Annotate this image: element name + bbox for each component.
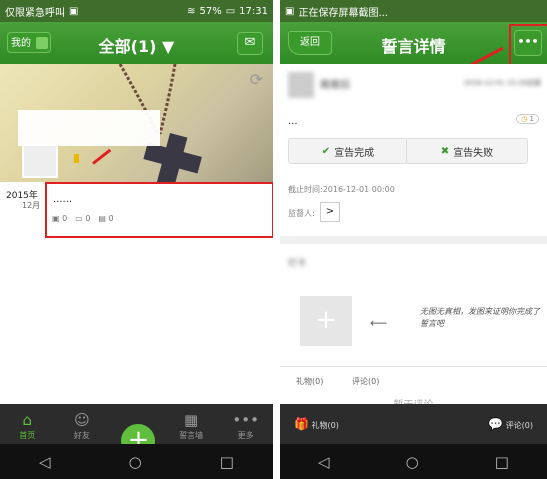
post-text: ... <box>288 116 298 127</box>
deadline: 截止时间:2016-12-01 00:00 <box>288 185 395 194</box>
x-icon: ✖ <box>440 145 450 157</box>
tab-home[interactable]: ⌂ 首页 <box>2 411 52 444</box>
user-avatar[interactable] <box>22 144 58 178</box>
supervisor-label: 监督人: <box>288 209 315 218</box>
grid-icon: ▦ <box>183 411 199 429</box>
app-header: 我的 全部(1) ▼ ✉ <box>0 22 273 64</box>
profile-overlay <box>18 110 160 146</box>
clock-time: 17:31 <box>239 5 268 17</box>
app-header: 返回 誓言详情 ••• <box>280 22 547 64</box>
add-photo-button[interactable]: + <box>300 296 352 346</box>
image-icon: ▣ <box>69 5 79 17</box>
battery-icon: ▭ <box>225 5 236 17</box>
highlight-box <box>45 182 273 238</box>
clock-icon: ◷ <box>521 115 528 123</box>
tab-gifts[interactable]: 礼物(0) <box>296 376 323 387</box>
tab-wall[interactable]: ▦ 誓言墙 <box>166 411 216 444</box>
page-title: 誓言详情 <box>381 37 446 56</box>
status-bar: 仅限紧急呼叫 ▣ ≋ 57% ▭ 17:31 <box>0 0 273 22</box>
filter-dropdown[interactable]: 全部(1) ▼ <box>0 33 273 57</box>
cover-image: ⟳ <box>0 63 273 191</box>
created-time: 2016-12-01 15:26创建 <box>463 79 541 87</box>
divider <box>280 236 547 244</box>
gift-button[interactable]: 🎁 礼物(0) <box>294 417 339 431</box>
system-nav: ◁ ○ □ <box>280 444 547 479</box>
tab-comments[interactable]: 评论(0) <box>352 376 379 387</box>
friends-icon: ☺ <box>74 411 90 429</box>
divider <box>280 366 547 367</box>
tab-bar: ⌂ 首页 ☺ 好友 + ▦ 誓言墙 ••• 更多 <box>0 404 273 461</box>
more-icon: ••• <box>232 411 259 429</box>
refresh-icon[interactable]: ⟳ <box>250 70 263 89</box>
gender-badge <box>74 154 79 163</box>
comment-button[interactable]: 💬 评论(0) <box>488 417 533 431</box>
supervisor-add-button[interactable]: > <box>320 202 340 222</box>
post-detail: 搬搬招 2016-12-01 15:26创建 ... ◷ 1 ✔ 宣告完成 ✖ … <box>280 64 547 411</box>
user-avatar[interactable] <box>288 72 314 98</box>
fail-button[interactable]: ✖ 宣告失败 <box>406 138 528 164</box>
status-text: 仅限紧急呼叫 <box>5 7 65 19</box>
recent-nav-icon[interactable]: □ <box>220 453 234 471</box>
speech-bubble-icon: 💬 <box>488 417 504 431</box>
like-badge[interactable]: ◷ 1 <box>516 114 539 124</box>
recent-nav-icon[interactable]: □ <box>495 453 509 471</box>
system-nav: ◁ ○ □ <box>0 444 273 479</box>
right-screen: ▣ 正在保存屏幕截图... 返回 誓言详情 ••• 搬搬招 2016-12-01… <box>280 0 547 479</box>
check-icon: ✔ <box>321 145 331 157</box>
checkin-section-label: 打卡 <box>288 259 307 269</box>
tab-more[interactable]: ••• 更多 <box>221 411 271 444</box>
status-bar: ▣ 正在保存屏幕截图... <box>280 0 547 22</box>
upload-hint: 无图无真相，发图来证明你完成了誓言吧 <box>420 307 540 328</box>
feed-month: 12月 <box>22 201 41 210</box>
action-bar: 🎁 礼物(0) 💬 评论(0) <box>280 404 547 444</box>
image-icon: ▣ <box>285 5 295 17</box>
arrow-left-icon: ⟵ <box>370 316 388 330</box>
tab-friends[interactable]: ☺ 好友 <box>57 411 107 444</box>
gift-icon: 🎁 <box>294 417 309 431</box>
username: 搬搬招 <box>320 80 350 91</box>
status-text: 正在保存屏幕截图... <box>298 7 388 19</box>
message-button[interactable]: ✉ <box>237 32 263 55</box>
left-screen: 仅限紧急呼叫 ▣ ≋ 57% ▭ 17:31 我的 全部(1) ▼ ✉ ⟳ 20… <box>0 0 273 479</box>
home-icon: ⌂ <box>22 411 33 429</box>
back-nav-icon[interactable]: ◁ <box>318 453 330 471</box>
wifi-icon: ≋ <box>187 5 196 17</box>
home-nav-icon[interactable]: ○ <box>129 453 142 471</box>
complete-button[interactable]: ✔ 宣告完成 <box>288 138 408 164</box>
battery-percent: 57% <box>199 5 222 17</box>
back-nav-icon[interactable]: ◁ <box>39 453 51 471</box>
highlight-box <box>509 24 547 66</box>
home-nav-icon[interactable]: ○ <box>406 453 419 471</box>
